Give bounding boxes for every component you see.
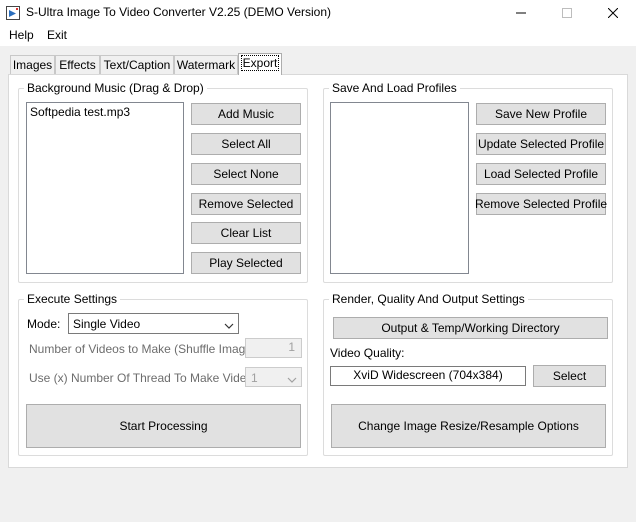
start-processing-button[interactable]: Start Processing xyxy=(26,404,301,448)
video-quality-field[interactable]: XviD Widescreen (704x384) xyxy=(330,366,526,386)
profiles-title: Save And Load Profiles xyxy=(329,81,460,95)
music-listbox[interactable]: Softpedia test.mp3 xyxy=(26,102,184,274)
window-title: S-Ultra Image To Video Converter V2.25 (… xyxy=(26,5,332,19)
remove-selected-music-button[interactable]: Remove Selected xyxy=(191,193,301,215)
threads-count-select[interactable]: 1 xyxy=(245,367,302,387)
mode-label: Mode: xyxy=(27,317,61,331)
clear-list-button[interactable]: Clear List xyxy=(191,222,301,244)
list-item[interactable]: Softpedia test.mp3 xyxy=(30,105,130,119)
video-quality-label: Video Quality: xyxy=(330,346,405,360)
minimize-icon xyxy=(516,12,526,14)
minimize-button[interactable] xyxy=(498,0,544,26)
save-new-profile-button[interactable]: Save New Profile xyxy=(476,103,606,125)
execute-settings-title: Execute Settings xyxy=(24,292,121,306)
tab-images[interactable]: Images xyxy=(10,55,55,74)
menu-exit[interactable]: Exit xyxy=(47,28,67,42)
select-none-button[interactable]: Select None xyxy=(191,163,301,185)
tab-export[interactable]: Export xyxy=(238,53,282,75)
maximize-icon xyxy=(562,8,572,18)
threads-count-value: 1 xyxy=(251,371,258,385)
menu-help[interactable]: Help xyxy=(9,28,34,42)
remove-selected-profile-button[interactable]: Remove Selected Profile xyxy=(475,193,607,215)
resize-options-button[interactable]: Change Image Resize/Resample Options xyxy=(331,404,606,448)
load-selected-profile-button[interactable]: Load Selected Profile xyxy=(476,163,606,185)
chevron-down-icon xyxy=(224,319,234,333)
background-music-title: Background Music (Drag & Drop) xyxy=(24,81,207,95)
tab-watermark[interactable]: Watermark xyxy=(174,55,238,74)
chevron-down-icon xyxy=(287,373,297,387)
tab-effects[interactable]: Effects xyxy=(55,55,100,74)
menu-bar xyxy=(0,26,636,46)
tab-text-caption[interactable]: Text/Caption xyxy=(100,55,174,74)
mode-select-value: Single Video xyxy=(73,317,141,331)
update-selected-profile-button[interactable]: Update Selected Profile xyxy=(476,133,606,155)
mode-select[interactable]: Single Video xyxy=(68,313,239,334)
videos-count-label: Number of Videos to Make (Shuffle Images… xyxy=(29,342,266,356)
output-directory-button[interactable]: Output & Temp/Working Directory xyxy=(333,317,608,339)
profiles-listbox[interactable] xyxy=(330,102,469,274)
close-icon xyxy=(608,8,618,18)
videos-count-input[interactable]: 1 xyxy=(245,338,302,358)
play-selected-button[interactable]: Play Selected xyxy=(191,252,301,274)
app-logo-icon xyxy=(6,6,20,20)
maximize-button[interactable] xyxy=(544,0,590,26)
render-settings-title: Render, Quality And Output Settings xyxy=(329,292,528,306)
close-button[interactable] xyxy=(590,0,636,26)
select-all-button[interactable]: Select All xyxy=(191,133,301,155)
select-quality-button[interactable]: Select xyxy=(533,365,606,387)
threads-count-label: Use (x) Number Of Thread To Make Video: xyxy=(29,371,257,385)
add-music-button[interactable]: Add Music xyxy=(191,103,301,125)
